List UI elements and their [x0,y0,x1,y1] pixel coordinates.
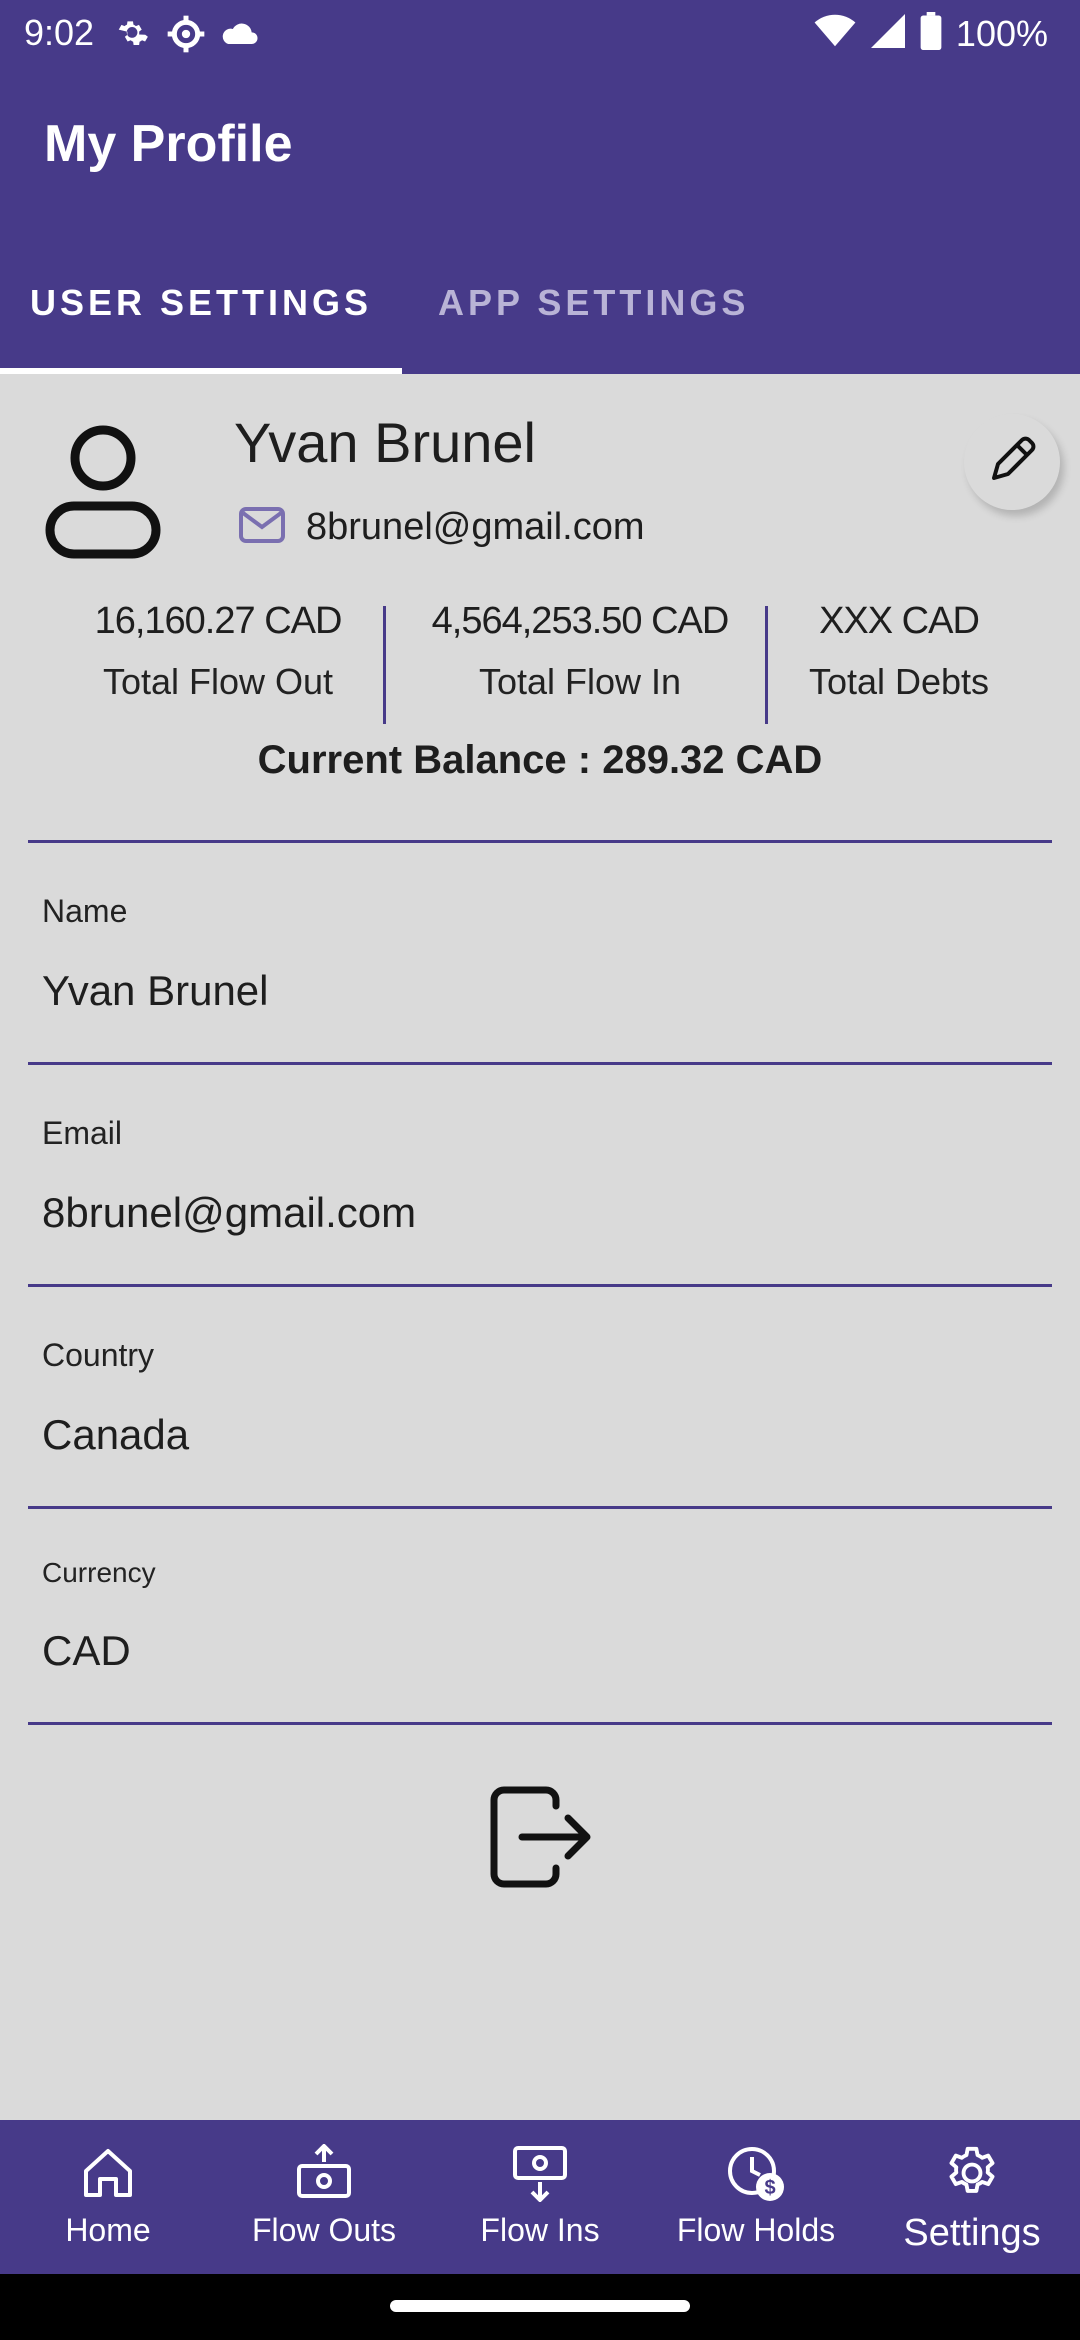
user-icon [45,425,161,559]
status-bar: 9:02 100% [0,0,1080,66]
nav-label: Flow Outs [251,2212,397,2248]
field-value: 8brunel@gmail.com [42,1189,417,1236]
stat-label: Total Debts [808,661,990,702]
stat-label: Total Flow Out [102,661,334,702]
field-label: Name [42,893,128,929]
stat-value: XXX CAD [819,600,980,642]
country-field[interactable]: Country Canada [28,1287,1052,1509]
nav-flow-ins[interactable]: Flow Ins [432,2120,648,2274]
profile-name: Yvan Brunel [234,411,536,474]
battery-percentage: 100% [955,12,1048,54]
flow-hold-icon: $ [726,2142,786,2204]
nav-flow-holds[interactable]: $ Flow Holds [648,2120,864,2274]
edit-profile-button[interactable] [964,414,1060,510]
battery-icon [920,12,942,55]
settings-icon [943,2142,1001,2204]
nav-label: Flow Holds [676,2212,836,2248]
logout-button[interactable] [486,1784,594,1890]
stat-divider [383,606,386,724]
mail-icon [238,506,286,549]
gear-icon [166,14,206,59]
bottom-navigation: Home Flow Outs Flow Ins $ Flow Holds Set… [0,2120,1080,2274]
current-balance: Current Balance : 289.32 CAD [257,738,823,782]
stat-divider [765,606,768,724]
field-value: Yvan Brunel [42,967,269,1014]
nav-home[interactable]: Home [0,2120,216,2274]
stat-total-flow-out: 16,160.27 CAD Total Flow Out [78,600,358,703]
field-value: CAD [42,1627,131,1674]
gear-icon [112,14,152,59]
cellular-signal-icon [870,14,906,53]
svg-text:$: $ [764,2177,775,2199]
page-title: My Profile [44,115,293,173]
flow-in-icon [511,2142,569,2204]
logout-icon [490,1786,591,1888]
nav-label: Home [65,2212,151,2248]
name-field[interactable]: Name Yvan Brunel [28,843,1052,1065]
nav-label: Settings [903,2212,1041,2254]
app-bar: My Profile [0,66,1080,232]
status-time: 9:02 [24,12,95,53]
stat-total-debts: XXX CAD Total Debts [790,600,1008,703]
stat-value: 16,160.27 CAD [94,600,343,642]
tab-user-settings[interactable]: USER SETTINGS [0,232,402,374]
flow-stats: 16,160.27 CAD Total Flow Out 4,564,253.5… [0,600,1080,724]
field-label: Country [42,1337,155,1373]
email-field[interactable]: Email 8brunel@gmail.com [28,1065,1052,1287]
profile-summary-card: Yvan Brunel 8brunel@gmail.com 16,160.27 … [0,374,1080,804]
field-label: Currency [42,1557,156,1588]
status-system-icons: 100% [814,12,1048,55]
stat-label: Total Flow In [478,661,682,702]
tab-bar: USER SETTINGS APP SETTINGS [0,232,1080,374]
wifi-icon [814,14,856,53]
nav-label: Flow Ins [480,2212,600,2248]
cloud-icon [220,18,260,55]
system-gesture-bar [0,2274,1080,2340]
avatar [44,422,162,560]
home-gesture-handle[interactable] [390,2300,690,2312]
home-icon [80,2142,136,2204]
stat-value: 4,564,253.50 CAD [431,600,730,642]
pencil-icon [982,430,1042,495]
field-value: Canada [42,1411,190,1458]
status-notification-icons [112,14,260,59]
flow-out-icon [295,2142,353,2204]
nav-settings[interactable]: Settings [864,2120,1080,2274]
field-label: Email [42,1115,123,1151]
profile-email-row: 8brunel@gmail.com [238,506,645,549]
currency-field[interactable]: Currency CAD [28,1509,1052,1725]
profile-email: 8brunel@gmail.com [306,506,645,548]
stat-total-flow-in: 4,564,253.50 CAD Total Flow In [404,600,756,703]
tab-app-settings[interactable]: APP SETTINGS [402,232,782,374]
nav-flow-outs[interactable]: Flow Outs [216,2120,432,2274]
